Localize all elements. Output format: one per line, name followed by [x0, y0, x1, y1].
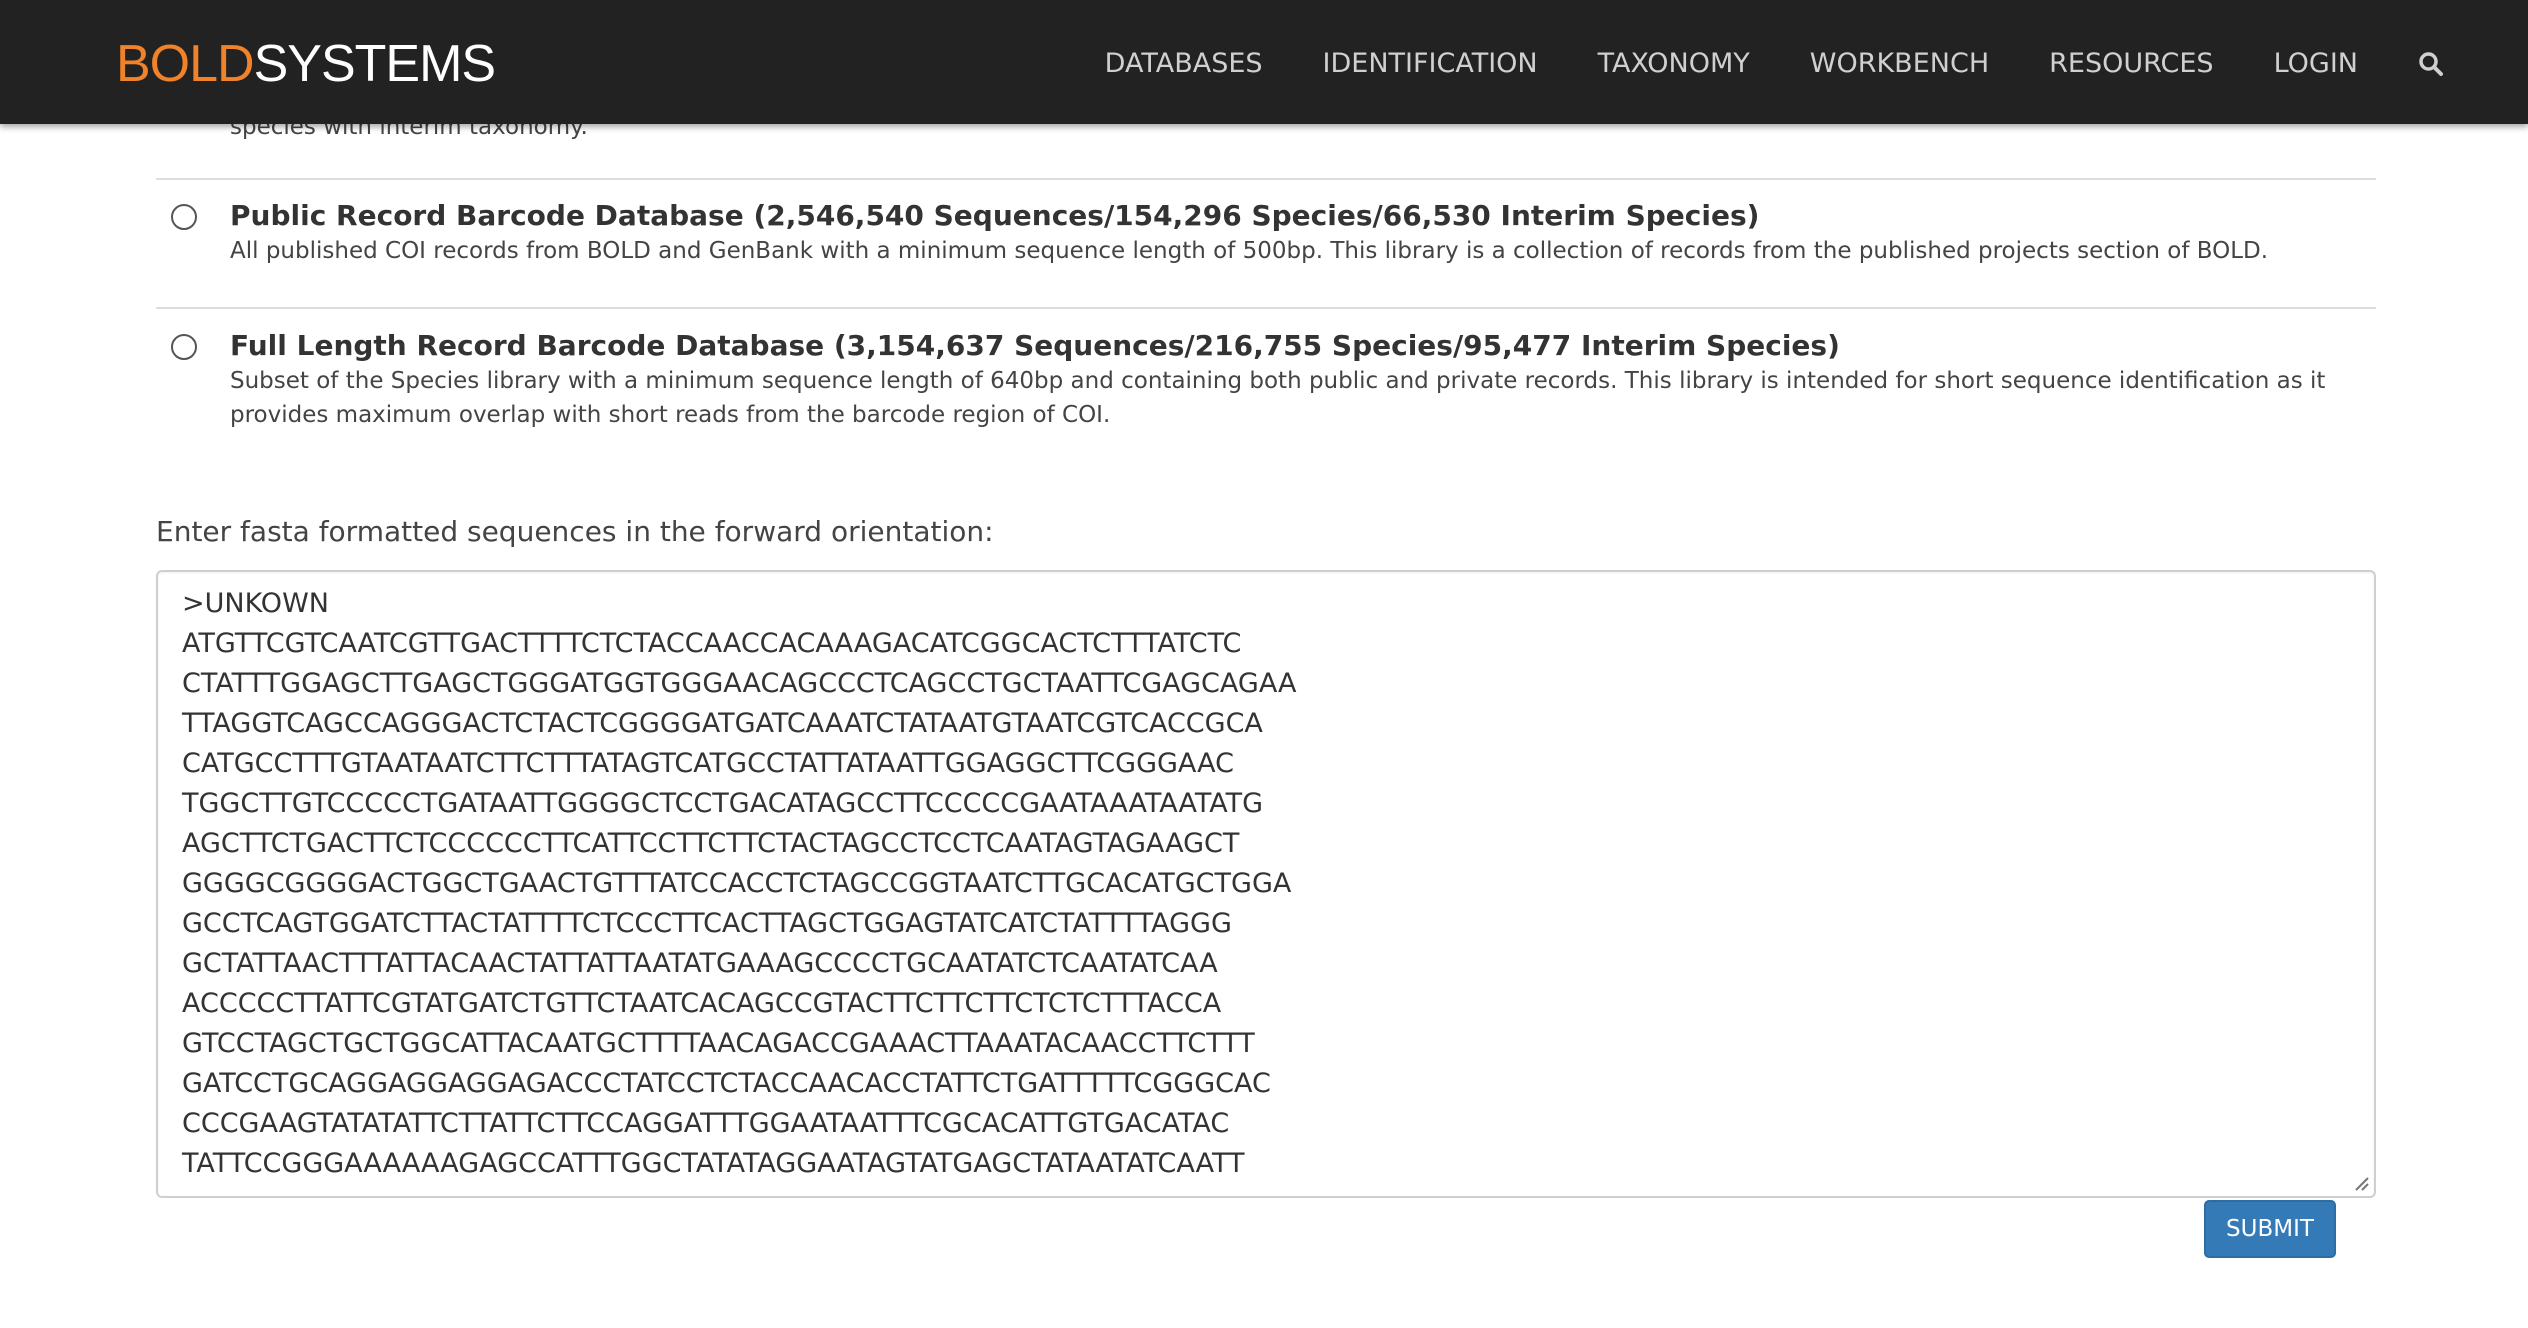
- fasta-sequence-textarea[interactable]: >UNKOWN ATGTTCGTCAATCGTTGACTTTTCTCTACCAA…: [156, 570, 2376, 1198]
- db-option-title: Full Length Record Barcode Database (3,1…: [230, 329, 1840, 362]
- db-option-title: Public Record Barcode Database (2,546,54…: [230, 199, 1760, 232]
- nav-taxonomy[interactable]: TAXONOMY: [1598, 44, 1750, 84]
- db-option-full-length-record: Full Length Record Barcode Database (3,1…: [156, 307, 2376, 447]
- nav-identification[interactable]: IDENTIFICATION: [1323, 44, 1538, 84]
- logo-systems-text: SYSTEMS: [253, 35, 496, 93]
- logo-bold-text: BOLD: [116, 35, 255, 93]
- db-option-description: Subset of the Species library with a min…: [230, 368, 2326, 428]
- top-navbar: BOLDSYSTEMS DATABASES IDENTIFICATION TAX…: [0, 0, 2528, 124]
- nav-workbench[interactable]: WORKBENCH: [1810, 44, 1989, 84]
- bold-systems-logo[interactable]: BOLDSYSTEMS: [116, 34, 496, 94]
- nav-resources[interactable]: RESOURCES: [2049, 44, 2213, 84]
- submit-button[interactable]: SUBMIT: [2204, 1200, 2336, 1258]
- fasta-sequence-text[interactable]: >UNKOWN ATGTTCGTCAATCGTTGACTTTTCTCTACCAA…: [182, 584, 2352, 1184]
- db-option-public-record: Public Record Barcode Database (2,546,54…: [156, 178, 2376, 308]
- resize-grip-icon[interactable]: [2350, 1172, 2370, 1192]
- search-icon[interactable]: [2418, 44, 2448, 84]
- nav-databases[interactable]: DATABASES: [1105, 44, 1263, 84]
- radio-public-record[interactable]: [171, 204, 197, 230]
- db-option-description: All published COI records from BOLD and …: [230, 238, 2269, 264]
- nav-login[interactable]: LOGIN: [2274, 44, 2358, 84]
- fasta-input-label: Enter fasta formatted sequences in the f…: [156, 515, 994, 548]
- radio-full-length-record[interactable]: [171, 334, 197, 360]
- main-nav: DATABASES IDENTIFICATION TAXONOMY WORKBE…: [1045, 44, 2448, 84]
